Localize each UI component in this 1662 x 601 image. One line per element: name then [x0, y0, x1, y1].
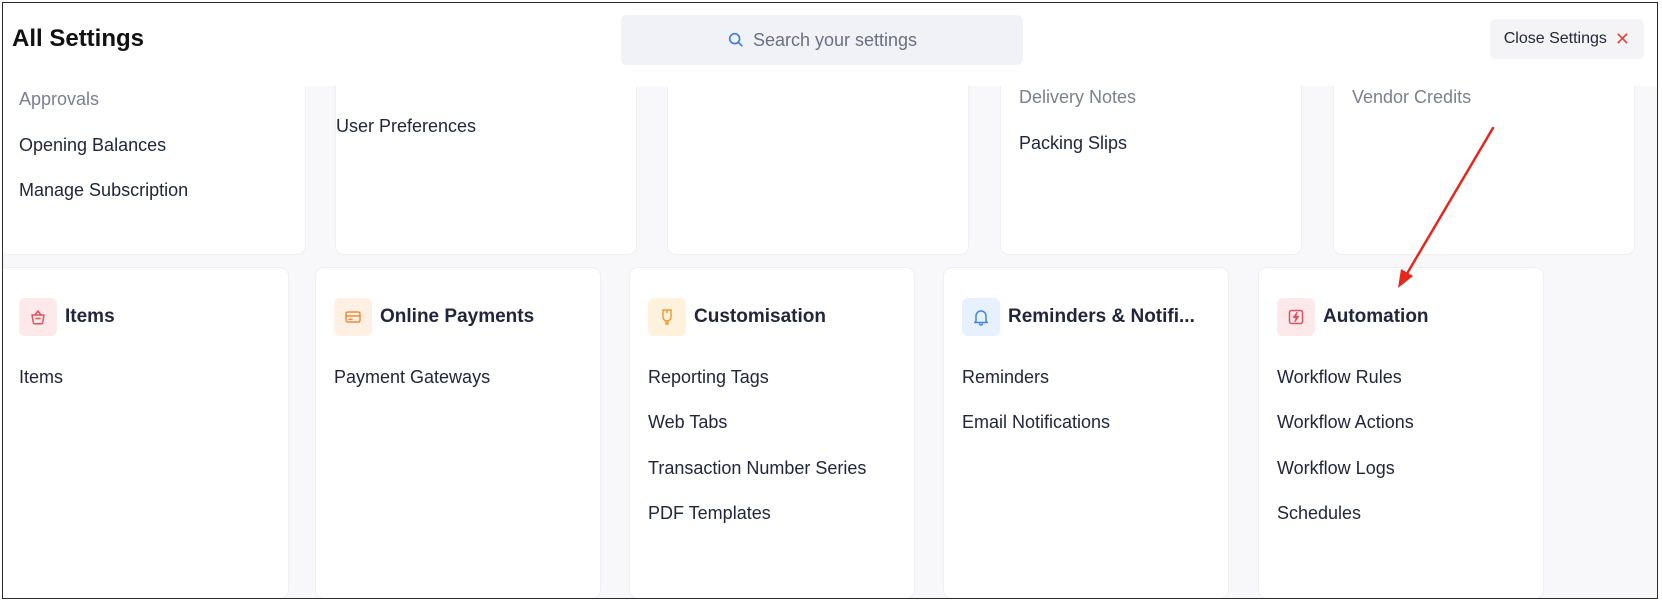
basket-icon: [19, 298, 57, 336]
link-reminders[interactable]: Reminders: [962, 367, 1049, 388]
settings-card-items: Items Items: [3, 268, 288, 598]
link-packing-slips[interactable]: Packing Slips: [1019, 133, 1127, 154]
link-approvals[interactable]: Approvals: [19, 89, 99, 110]
settings-card-online-payments: Online Payments Payment Gateways: [316, 268, 600, 598]
link-manage-subscription[interactable]: Manage Subscription: [19, 180, 188, 201]
link-workflow-rules[interactable]: Workflow Rules: [1277, 367, 1402, 388]
settings-card-reminders: Reminders & Notifi... Reminders Email No…: [944, 268, 1228, 598]
card-title-customisation: Customisation: [694, 306, 826, 327]
settings-card-customisation: Customisation Reporting Tags Web Tabs Tr…: [630, 268, 914, 598]
card-title-automation: Automation: [1323, 306, 1429, 327]
settings-header: All Settings Search your settings Close …: [3, 3, 1657, 86]
lightning-icon: [1277, 298, 1315, 336]
link-reporting-tags[interactable]: Reporting Tags: [648, 367, 769, 388]
settings-card-automation: Automation Workflow Rules Workflow Actio…: [1259, 268, 1543, 598]
search-placeholder: Search your settings: [752, 29, 918, 50]
page-title: All Settings: [12, 25, 145, 52]
card-title-reminders: Reminders & Notifi...: [1008, 306, 1195, 327]
card-icon: [334, 298, 372, 336]
settings-window: All Settings Search your settings Close …: [2, 2, 1658, 599]
link-schedules[interactable]: Schedules: [1277, 503, 1361, 524]
link-transaction-number-series[interactable]: Transaction Number Series: [648, 458, 866, 479]
card-title-online-payments: Online Payments: [380, 306, 535, 327]
link-web-tabs[interactable]: Web Tabs: [648, 412, 727, 433]
settings-card-organization: Approvals Opening Balances Manage Subscr…: [3, 63, 305, 254]
link-email-notifications[interactable]: Email Notifications: [962, 412, 1110, 433]
link-payment-gateways[interactable]: Payment Gateways: [334, 367, 490, 388]
card-title-items: Items: [65, 306, 115, 327]
link-user-preferences[interactable]: User Preferences: [336, 116, 476, 137]
link-vendor-credits[interactable]: Vendor Credits: [1352, 87, 1471, 108]
search-input[interactable]: Search your settings: [621, 15, 1023, 65]
brush-icon: [648, 298, 686, 336]
link-opening-balances[interactable]: Opening Balances: [19, 135, 166, 156]
link-workflow-actions[interactable]: Workflow Actions: [1277, 412, 1414, 433]
search-icon: [728, 32, 743, 47]
settings-card-users: Roles User Preferences: [336, 63, 636, 254]
close-settings-label: Close Settings: [1503, 30, 1607, 47]
settings-card-purchases: Vendor Credits: [1334, 63, 1634, 254]
bell-icon: [962, 298, 1000, 336]
link-delivery-notes[interactable]: Delivery Notes: [1019, 87, 1136, 108]
link-items[interactable]: Items: [19, 367, 63, 388]
link-workflow-logs[interactable]: Workflow Logs: [1277, 458, 1395, 479]
close-settings-button[interactable]: Close Settings ✕: [1489, 19, 1644, 59]
settings-card-sales: Delivery Notes Packing Slips: [1001, 63, 1301, 254]
link-pdf-templates[interactable]: PDF Templates: [648, 503, 771, 524]
close-icon: ✕: [1614, 29, 1630, 49]
settings-card-empty: [668, 63, 968, 254]
